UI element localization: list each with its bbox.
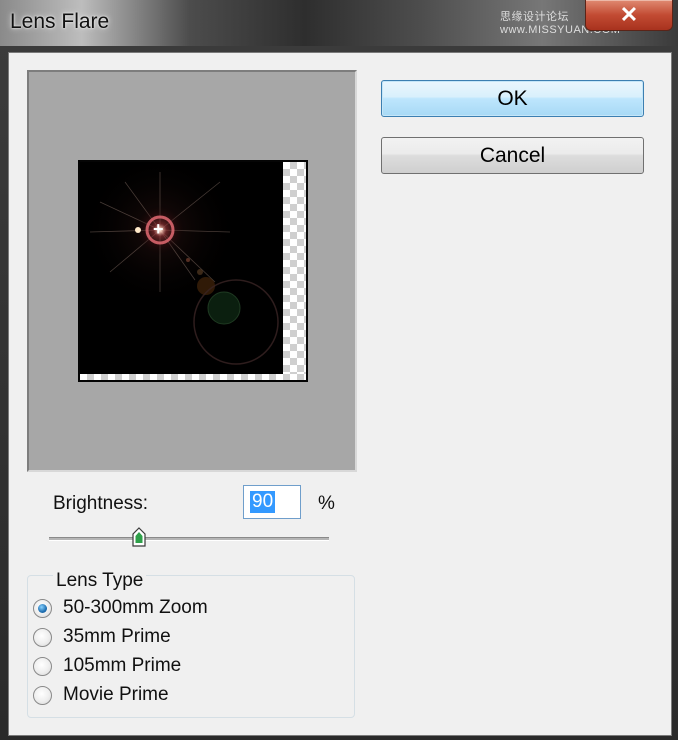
radio-button[interactable] (33, 628, 52, 647)
close-button[interactable]: ✕ (585, 0, 673, 31)
radio-button[interactable] (33, 599, 52, 618)
window-title: Lens Flare (10, 10, 110, 33)
radio-label: 50-300mm Zoom (63, 597, 208, 618)
lens-flare-preview (80, 162, 306, 380)
radio-button[interactable] (33, 686, 52, 705)
transparency-strip-right (283, 162, 306, 380)
crosshair-icon[interactable]: + (153, 220, 164, 238)
radio-label: Movie Prime (63, 684, 169, 705)
brightness-label: Brightness: (53, 493, 149, 514)
transparency-strip-bottom (80, 374, 306, 380)
radio-label: 105mm Prime (63, 655, 182, 676)
brightness-value: 90 (250, 491, 276, 513)
radio-label: 35mm Prime (63, 626, 171, 647)
cancel-button[interactable]: Cancel (381, 137, 644, 174)
brightness-input[interactable]: 90 (243, 485, 301, 519)
percent-label: % (318, 493, 335, 514)
lens-type-title: Lens Type (53, 570, 147, 592)
brightness-slider[interactable] (49, 537, 329, 541)
ok-button[interactable]: OK (381, 80, 644, 117)
preview-image[interactable]: + (78, 160, 308, 382)
radio-button[interactable] (33, 657, 52, 676)
lens-flare-window: Lens Flare 思缘设计论坛 www.MISSYUAN.COM ✕ + O… (0, 0, 678, 740)
preview-panel[interactable]: + (27, 70, 357, 472)
close-icon: ✕ (619, 2, 639, 27)
dialog-body: + OK Cancel Brightness: 90 % Lens Type 5… (8, 52, 672, 736)
slider-thumb-icon[interactable] (131, 527, 146, 547)
title-bar[interactable]: Lens Flare 思缘设计论坛 www.MISSYUAN.COM ✕ (0, 0, 678, 46)
